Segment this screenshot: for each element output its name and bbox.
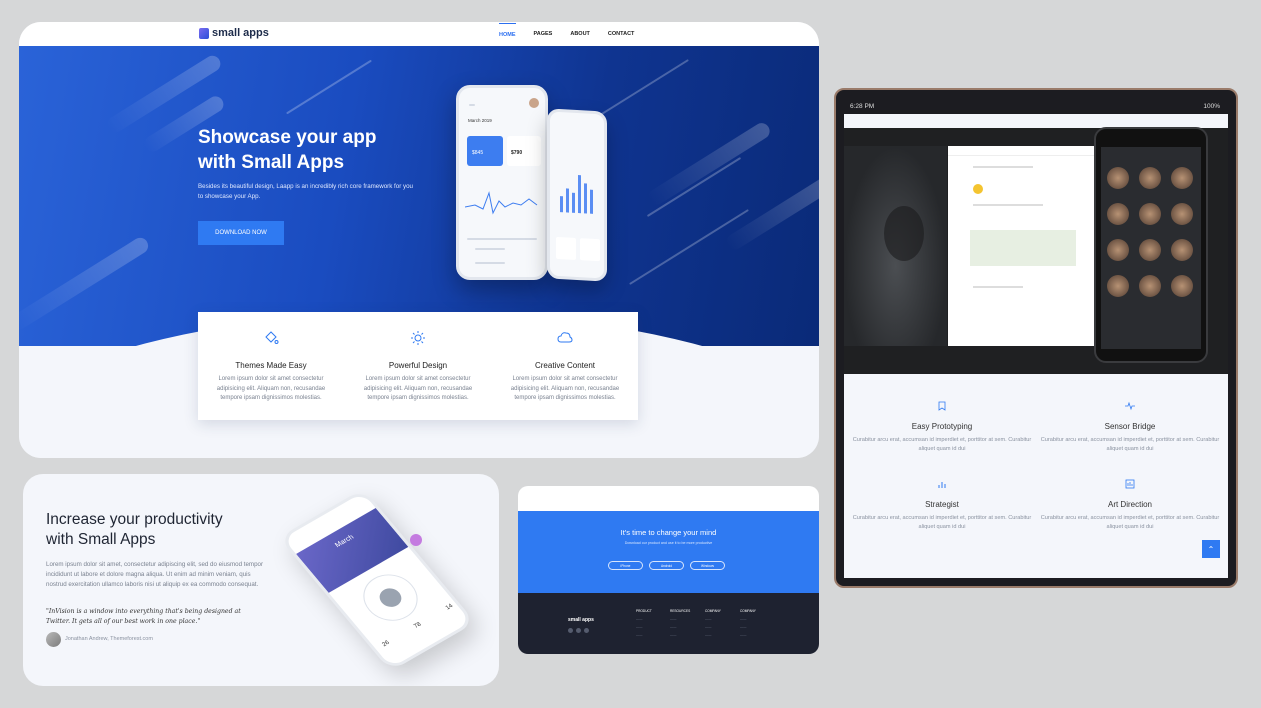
landing-page-card: small apps HOME PAGES ABOUT CONTACT Show… [19, 22, 819, 458]
emoji-icon [973, 184, 983, 194]
features-panel: Themes Made Easy Lorem ipsum dolor sit a… [198, 312, 638, 420]
status-bar: 6:28 PM 100% [844, 100, 1228, 114]
bookmark-icon [938, 401, 946, 411]
card-widget: $845 [467, 136, 503, 166]
line-chart-icon [465, 191, 538, 215]
nav-home[interactable]: HOME [499, 22, 516, 46]
nav-links: HOME PAGES ABOUT CONTACT [499, 22, 634, 46]
footer-col-product: PRODUCT —— —— —— [636, 609, 652, 637]
feature-text: Lorem ipsum dolor sit amet consectetur a… [510, 376, 620, 401]
android-button[interactable]: Android [649, 561, 684, 570]
nav-contact[interactable]: CONTACT [608, 22, 634, 46]
cloud-icon [557, 332, 573, 343]
feature-title: Powerful Design [388, 361, 448, 370]
cta-title: It's time to change your mind [620, 528, 717, 537]
phone-mockup-contacts [1094, 127, 1208, 363]
seal-photo [844, 146, 947, 346]
paint-bucket-icon [265, 331, 279, 344]
testimonial-quote: "InVision is a window into everything th… [46, 608, 241, 625]
logo-mark-icon [199, 27, 209, 39]
brand-name: small apps [212, 27, 269, 39]
windows-button[interactable]: Windows [690, 561, 725, 570]
phone-mockup-stats [547, 108, 607, 282]
tablet-feature-strategist: Strategist Curabitur arcu erat, accumsan… [852, 476, 1032, 532]
feature-title: Themes Made Easy [235, 361, 307, 370]
hero-section [19, 46, 819, 346]
tablet-feature-art: Art Direction Curabitur arcu erat, accum… [1040, 476, 1220, 532]
avatar [529, 98, 539, 108]
tablet-screen: 6:28 PM 100% Easy Prototyping Curabitur … [844, 100, 1228, 578]
tablet-feature-prototyping: Easy Prototyping Curabitur arcu erat, ac… [852, 398, 1032, 454]
brand-logo[interactable]: small apps [199, 27, 269, 39]
productivity-text: Lorem ipsum dolor sit amet, consectetur … [46, 561, 264, 588]
phone-mockup-dashboard: March 2019 $845 $790 [456, 85, 548, 280]
scroll-top-button[interactable]: ⌃ [1202, 540, 1220, 558]
download-now-button[interactable]: DOWNLOAD NOW [198, 221, 284, 245]
site-footer: small apps PRODUCT —— —— —— RESOURCES —— —— ——… [518, 593, 819, 654]
sun-icon [411, 331, 425, 345]
top-navbar: small apps HOME PAGES ABOUT CONTACT [19, 22, 819, 46]
feature-content: Creative Content Lorem ipsum dolor sit a… [492, 312, 638, 404]
feature-text: Lorem ipsum dolor sit amet consectetur a… [363, 376, 473, 401]
footer-col-company-2: COMPANY —— —— —— [740, 609, 756, 637]
cta-subtitle: Download our product and use it to be mo… [624, 541, 713, 545]
nav-pages[interactable]: PAGES [534, 22, 553, 46]
social-links [568, 628, 589, 633]
bar-chart-icon [938, 482, 946, 488]
pulse-icon [1125, 401, 1135, 411]
feature-title: Creative Content [534, 361, 596, 370]
productivity-title: Increase your productivity with Small Ap… [46, 511, 223, 548]
facebook-icon[interactable] [568, 628, 573, 633]
productivity-card: Increase your productivity with Small Ap… [23, 474, 499, 686]
accent-dot [410, 534, 422, 546]
feature-text: Lorem ipsum dolor sit amet consectetur a… [216, 376, 326, 401]
nav-about[interactable]: ABOUT [570, 22, 590, 46]
author-avatar [46, 632, 61, 647]
phone-mockup-tilted: March 26 78 14 [278, 488, 476, 672]
footer-col-company: COMPANY —— —— —— [705, 609, 721, 637]
feature-themes: Themes Made Easy Lorem ipsum dolor sit a… [198, 312, 344, 404]
android-nav-bar [844, 346, 1100, 358]
instagram-icon[interactable] [584, 628, 589, 633]
feature-design: Powerful Design Lorem ipsum dolor sit am… [345, 312, 491, 404]
chevron-up-icon: ⌃ [1207, 544, 1215, 554]
map-preview [970, 230, 1076, 266]
cta-section: It's time to change your mind Download o… [518, 511, 819, 593]
cta-footer-card: It's time to change your mind Download o… [518, 486, 819, 654]
tablet-feature-sensor: Sensor Bridge Curabitur arcu erat, accum… [1040, 398, 1220, 454]
footer-col-resources: RESOURCES —— —— —— [670, 609, 691, 637]
image-frame-icon [1125, 479, 1135, 489]
testimonial-author: Jonathan Andrew, Themeforest.com [65, 636, 153, 642]
footer-logo[interactable]: small apps [568, 617, 594, 623]
cta-buttons: iPhone Android Windows [608, 561, 725, 570]
twitter-icon[interactable] [576, 628, 581, 633]
phone-screen [1101, 147, 1201, 349]
hero-title: Showcase your app with Small Apps [198, 127, 377, 173]
chat-window [948, 146, 1100, 346]
iphone-button[interactable]: iPhone [608, 561, 643, 570]
phone-body: March 26 78 14 [278, 488, 476, 672]
tablet-mockup: 6:28 PM 100% Easy Prototyping Curabitur … [834, 88, 1238, 588]
hero-subtitle: Besides its beautiful design, Laapp is a… [198, 183, 413, 200]
